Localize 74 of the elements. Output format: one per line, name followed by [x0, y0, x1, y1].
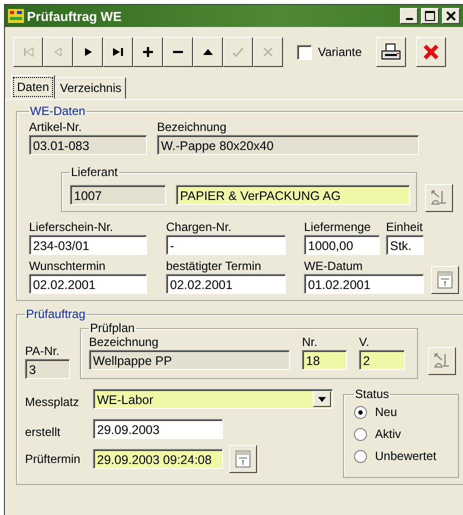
text-field[interactable]: 234-03/01 — [29, 235, 147, 255]
field-label: Chargen-Nr. — [166, 220, 232, 235]
group-title: WE-Daten — [29, 104, 86, 118]
first-record-icon — [21, 45, 35, 59]
toolbar-button[interactable] — [193, 37, 223, 67]
close-form-button[interactable] — [416, 37, 446, 67]
field-label: Nr. — [302, 335, 318, 350]
text-field[interactable]: 18 — [302, 350, 347, 370]
date-field[interactable]: 29.09.2003 09:24:08 — [93, 449, 223, 469]
calendar-button[interactable] — [431, 266, 459, 294]
field-label: Messplatz — [25, 395, 80, 409]
tab[interactable]: Verzeichnis — [55, 77, 126, 99]
field-label: Wunschtermin — [29, 259, 106, 274]
radio-label: Unbewertet — [375, 449, 436, 463]
text-field[interactable]: - — [166, 235, 286, 255]
toolbar-button[interactable] — [163, 37, 193, 67]
app-icon — [8, 9, 24, 23]
group-title: Prüfplan — [89, 321, 136, 335]
group-title: Prüfauftrag — [25, 307, 86, 321]
date-field[interactable]: 29.09.2003 — [93, 419, 223, 439]
field-label: Bezeichnung — [89, 335, 160, 350]
toolbar-button[interactable] — [73, 37, 103, 67]
minimize-button[interactable] — [400, 8, 418, 24]
field-label: PA-Nr. — [25, 344, 60, 359]
radio-button[interactable] — [354, 428, 367, 440]
radio-label: Neu — [375, 405, 398, 419]
field-label: WE-Datum — [304, 259, 364, 274]
radio-button[interactable] — [354, 450, 367, 462]
checkbox-label: Variante — [318, 45, 362, 59]
close-icon — [446, 11, 456, 21]
text-field[interactable]: 2 — [359, 350, 405, 370]
print-button[interactable] — [376, 37, 406, 67]
cancel-icon — [261, 45, 275, 59]
checkbox[interactable] — [297, 44, 312, 60]
check-icon — [231, 45, 245, 59]
field-label: bestätigter Termin — [166, 259, 262, 274]
text-field[interactable]: 1000,00 — [304, 235, 380, 255]
minimize-icon — [406, 18, 412, 20]
tab[interactable]: Daten — [11, 75, 56, 99]
date-field[interactable]: 02.02.2001 — [29, 274, 147, 294]
field-label: Einheit — [386, 220, 424, 235]
last-record-icon — [111, 45, 125, 59]
group-title: Lieferant — [70, 165, 119, 179]
field-label: Liefermenge — [304, 220, 372, 235]
radio-label: Aktiv — [375, 427, 402, 441]
radio-dot-icon — [358, 410, 363, 414]
field-label: Prüftermin — [25, 452, 82, 466]
dropdown[interactable]: WE-Labor — [93, 389, 333, 409]
lookup-button[interactable] — [428, 347, 456, 375]
group-title: Status — [354, 387, 390, 401]
plus-icon — [141, 45, 155, 59]
field-label: Artikel-Nr. — [29, 120, 83, 135]
field-label: V. — [359, 335, 370, 350]
maximize-icon — [425, 11, 435, 21]
field-label: Lieferschein-Nr. — [29, 220, 114, 235]
text-field[interactable]: Stk. — [386, 235, 424, 255]
calendar-icon — [437, 271, 453, 289]
window-title: Prüfauftrag WE — [27, 8, 123, 24]
calendar-icon — [235, 450, 251, 468]
lookup-button[interactable] — [425, 184, 453, 212]
printer-icon — [380, 43, 401, 61]
dropdown-arrow-icon — [318, 396, 326, 402]
close-icon — [422, 43, 440, 61]
radio-button[interactable] — [354, 406, 367, 418]
date-field[interactable]: 02.02.2001 — [166, 274, 286, 294]
field-label: Bezeichnung — [157, 120, 228, 135]
date-field[interactable]: 01.02.2001 — [304, 274, 424, 294]
toolbar-button[interactable] — [133, 37, 163, 67]
calendar-button[interactable] — [229, 445, 257, 473]
toolbar-button[interactable] — [103, 37, 133, 67]
field-label: erstellt — [25, 425, 62, 439]
close-button[interactable] — [442, 8, 460, 24]
maximize-button[interactable] — [421, 8, 439, 24]
text-field[interactable]: PAPIER & VerPACKUNG AG — [176, 185, 410, 205]
